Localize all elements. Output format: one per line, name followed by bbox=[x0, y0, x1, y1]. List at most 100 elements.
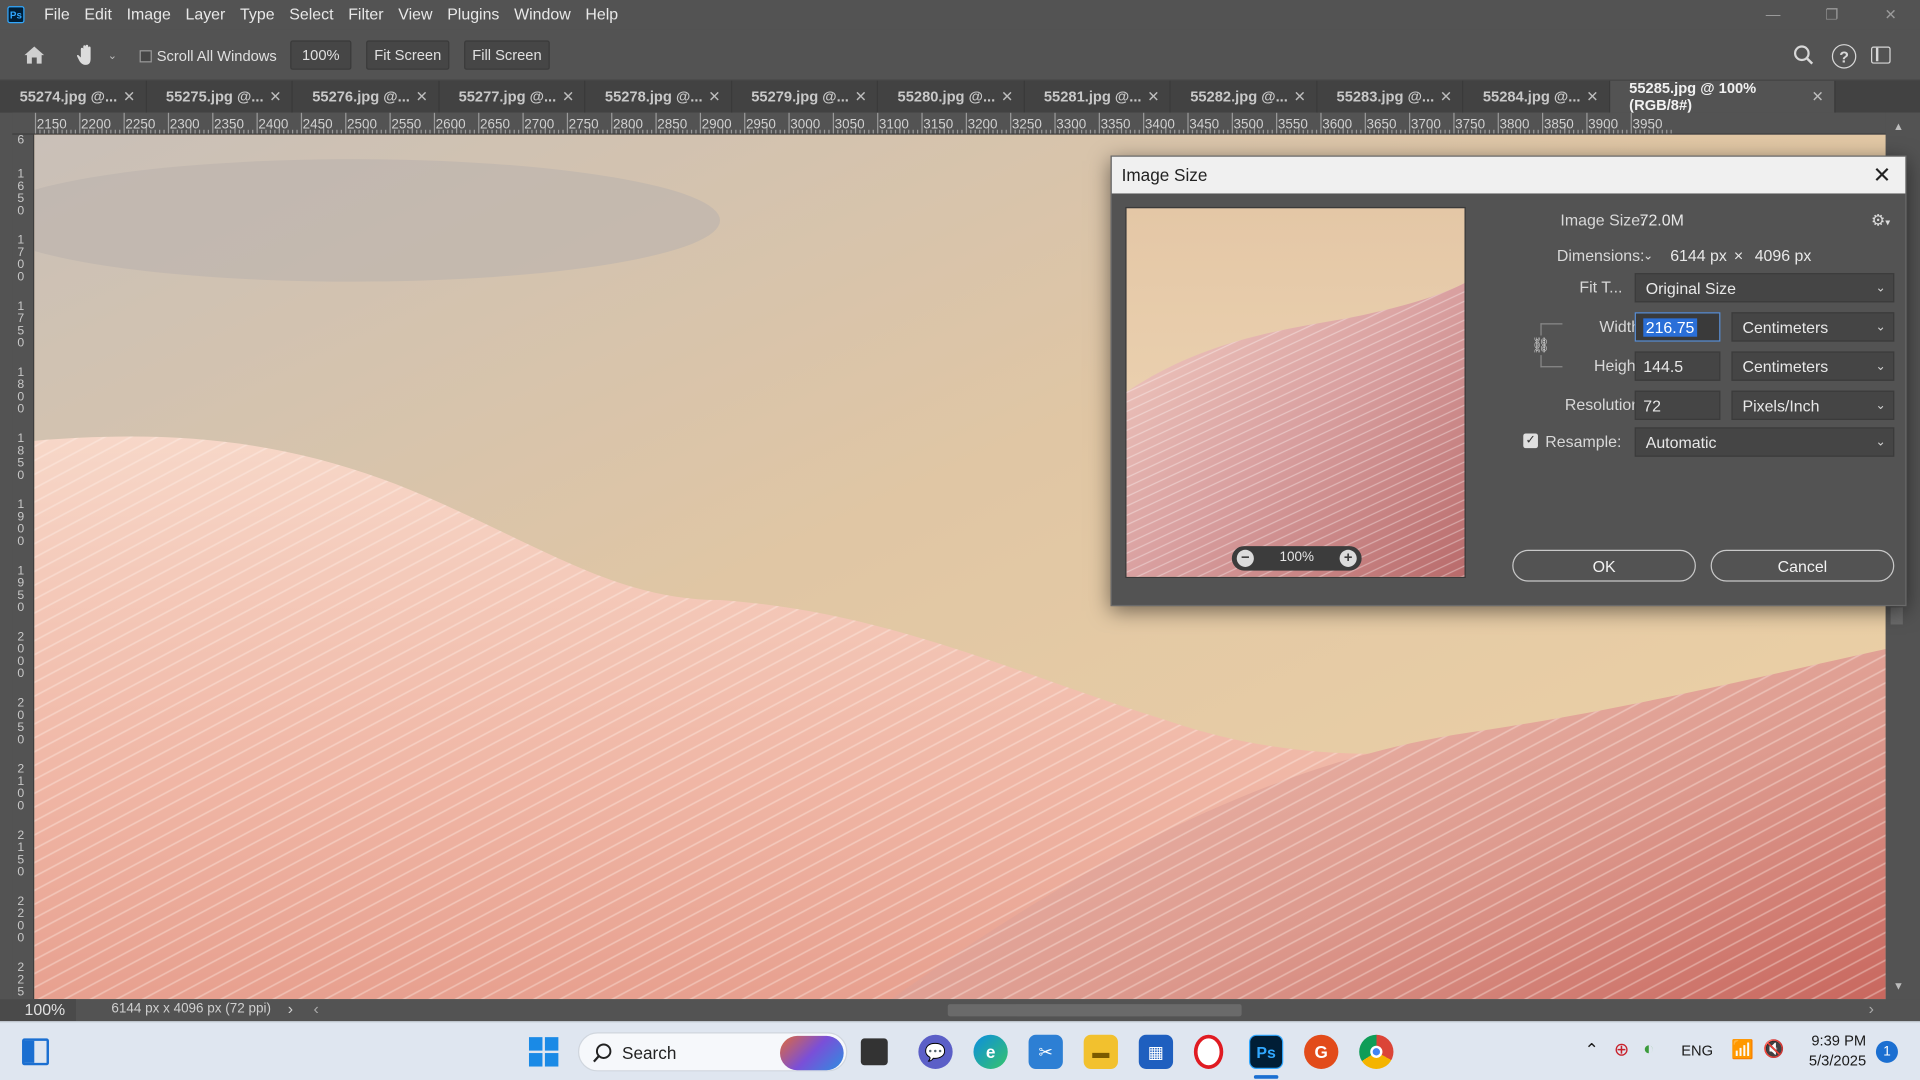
close-icon[interactable]: ✕ bbox=[416, 88, 428, 105]
clock-time[interactable]: 9:39 PM bbox=[1805, 1032, 1866, 1049]
ok-button[interactable]: OK bbox=[1512, 549, 1696, 582]
zoom-100-button[interactable]: 100% bbox=[290, 40, 352, 70]
chevron-down-icon[interactable]: ⌄ bbox=[108, 49, 117, 62]
menu-edit[interactable]: Edit bbox=[77, 0, 119, 29]
fit-to-select[interactable]: Original Size ⌄ bbox=[1634, 273, 1895, 303]
brave-browser-icon[interactable]: G bbox=[1304, 1034, 1339, 1069]
photoshop-taskbar-icon[interactable]: Ps bbox=[1248, 1034, 1284, 1069]
vertical-ruler[interactable]: 6 1 6 5 0 1 7 0 0 1 7 5 0 1 8 0 0 1 8 5 0 1 9 … bbox=[12, 134, 35, 1000]
menu-view[interactable]: View bbox=[391, 0, 440, 29]
home-icon[interactable] bbox=[22, 44, 49, 66]
menu-select[interactable]: Select bbox=[282, 0, 341, 29]
close-icon[interactable]: ✕ bbox=[855, 88, 867, 105]
photoshop-logo-icon[interactable]: Ps bbox=[7, 6, 25, 24]
scroll-down-icon[interactable]: ▼ bbox=[1893, 980, 1904, 992]
tab-55275[interactable]: 55275.jpg @... ✕ bbox=[146, 80, 293, 113]
menu-filter[interactable]: Filter bbox=[341, 0, 391, 29]
tab-55280[interactable]: 55280.jpg @... ✕ bbox=[878, 80, 1025, 113]
wifi-icon[interactable]: 📶 bbox=[1731, 1038, 1754, 1061]
close-icon[interactable]: ✕ bbox=[123, 88, 135, 105]
widgets-icon[interactable] bbox=[22, 1038, 49, 1066]
clock-date[interactable]: 5/3/2025 bbox=[1805, 1052, 1866, 1069]
snipping-tool-icon[interactable]: ✂ bbox=[1028, 1034, 1063, 1069]
resolution-input[interactable]: 72 bbox=[1634, 390, 1721, 421]
height-unit-select[interactable]: Centimeters ⌄ bbox=[1731, 351, 1895, 381]
tab-55276[interactable]: 55276.jpg @... ✕ bbox=[293, 80, 439, 113]
close-icon[interactable]: ✕ bbox=[1812, 88, 1824, 105]
task-view-icon[interactable] bbox=[860, 1038, 888, 1066]
close-icon[interactable]: ✕ bbox=[562, 88, 574, 105]
close-icon[interactable]: ✕ bbox=[708, 88, 720, 105]
close-icon[interactable]: ✕ bbox=[1001, 88, 1013, 105]
close-icon[interactable]: ✕ bbox=[1869, 162, 1896, 189]
menu-type[interactable]: Type bbox=[233, 0, 282, 29]
close-icon[interactable]: ✕ bbox=[1440, 88, 1452, 105]
scroll-left-icon[interactable]: ‹ bbox=[313, 999, 318, 1017]
network-globe-icon[interactable]: ◐ bbox=[1643, 1038, 1654, 1059]
microsoft-store-icon[interactable]: ▦ bbox=[1138, 1034, 1174, 1069]
width-unit-select[interactable]: Centimeters ⌄ bbox=[1731, 312, 1895, 342]
restore-button[interactable]: ❐ bbox=[1802, 0, 1861, 29]
tab-55284[interactable]: 55284.jpg @... ✕ bbox=[1463, 80, 1610, 113]
help-icon[interactable]: ? bbox=[1831, 44, 1857, 69]
workspace-icon[interactable] bbox=[1871, 46, 1891, 64]
teams-chat-icon[interactable]: 💬 bbox=[918, 1034, 953, 1069]
zoom-in-icon[interactable]: + bbox=[1339, 549, 1357, 567]
close-window-button[interactable]: ✕ bbox=[1861, 0, 1920, 29]
scroll-all-windows-checkbox[interactable] bbox=[139, 50, 152, 63]
dialog-title-bar[interactable]: Image Size bbox=[1111, 156, 1906, 194]
menu-file[interactable]: File bbox=[37, 0, 77, 29]
dimensions-unit-chevron-icon[interactable]: ⌄ bbox=[1640, 247, 1657, 264]
height-input[interactable]: 144.5 bbox=[1634, 351, 1721, 381]
image-preview[interactable]: − 100% + bbox=[1125, 206, 1466, 578]
resample-checkbox[interactable]: ✓ bbox=[1523, 433, 1538, 449]
resolution-unit-select[interactable]: Pixels/Inch ⌄ bbox=[1731, 390, 1895, 421]
volume-muted-icon[interactable]: 🔇 bbox=[1763, 1038, 1784, 1059]
gear-icon[interactable]: ⚙▾ bbox=[1871, 211, 1890, 231]
hand-tool-icon[interactable] bbox=[73, 42, 100, 69]
language-indicator[interactable]: ENG bbox=[1681, 1042, 1713, 1059]
tab-55279[interactable]: 55279.jpg @... ✕ bbox=[732, 80, 878, 113]
edge-browser-icon[interactable]: e bbox=[973, 1034, 1008, 1069]
cancel-button[interactable]: Cancel bbox=[1710, 549, 1895, 582]
notification-badge[interactable]: 1 bbox=[1875, 1040, 1898, 1063]
link-chain-icon[interactable]: ⛓ bbox=[1531, 335, 1550, 356]
scroll-right-icon[interactable]: › bbox=[1869, 999, 1874, 1017]
close-icon[interactable]: ✕ bbox=[269, 88, 281, 105]
file-explorer-icon[interactable]: ▬ bbox=[1083, 1034, 1118, 1069]
close-icon[interactable]: ✕ bbox=[1294, 88, 1306, 105]
close-icon[interactable]: ✕ bbox=[1586, 88, 1598, 105]
tray-overflow-chevron-icon[interactable]: ⌃ bbox=[1584, 1040, 1598, 1061]
chrome-browser-icon[interactable] bbox=[1359, 1034, 1394, 1069]
taskbar-search-box[interactable]: Search bbox=[577, 1032, 848, 1072]
zoom-out-icon[interactable]: − bbox=[1236, 549, 1254, 567]
tab-55285-active[interactable]: 55285.jpg @ 100% (RGB/8#) ✕ bbox=[1609, 80, 1835, 114]
document-info[interactable]: 6144 px x 4096 px (72 ppi) bbox=[111, 1002, 271, 1017]
fill-screen-button[interactable]: Fill Screen bbox=[464, 40, 550, 70]
search-icon[interactable] bbox=[1793, 44, 1815, 66]
tab-55283[interactable]: 55283.jpg @... ✕ bbox=[1317, 80, 1464, 113]
menu-image[interactable]: Image bbox=[119, 0, 178, 29]
horizontal-scroll-thumb[interactable] bbox=[947, 1004, 1242, 1017]
close-icon[interactable]: ✕ bbox=[1147, 88, 1159, 105]
status-menu-arrow-icon[interactable]: › bbox=[288, 999, 293, 1017]
tab-55281[interactable]: 55281.jpg @... ✕ bbox=[1024, 80, 1171, 113]
horizontal-ruler[interactable]: 2150 2200 2250 2300 2350 2400 2450 2500 2550 2600… bbox=[12, 112, 1886, 135]
resample-select[interactable]: Automatic ⌄ bbox=[1634, 427, 1895, 457]
menu-plugins[interactable]: Plugins bbox=[440, 0, 507, 29]
minimize-button[interactable]: — bbox=[1744, 0, 1803, 29]
opera-browser-icon[interactable] bbox=[1193, 1034, 1224, 1069]
vpn-tray-icon[interactable]: ⊕ bbox=[1614, 1038, 1629, 1061]
tab-55277[interactable]: 55277.jpg @... ✕ bbox=[439, 80, 586, 113]
width-input[interactable]: 216.75 bbox=[1634, 312, 1721, 342]
menu-layer[interactable]: Layer bbox=[178, 0, 233, 29]
tab-55274[interactable]: 55274.jpg @... ✕ bbox=[0, 80, 147, 113]
menu-help[interactable]: Help bbox=[578, 0, 625, 29]
tab-55282[interactable]: 55282.jpg @... ✕ bbox=[1171, 80, 1317, 113]
zoom-level[interactable]: 100% bbox=[0, 999, 76, 1022]
scroll-up-icon[interactable]: ▲ bbox=[1893, 120, 1904, 132]
windows-start-icon[interactable] bbox=[528, 1037, 559, 1067]
tab-55278[interactable]: 55278.jpg @... ✕ bbox=[585, 80, 732, 113]
fit-screen-button[interactable]: Fit Screen bbox=[366, 40, 450, 70]
scroll-thumb[interactable] bbox=[1890, 607, 1903, 625]
